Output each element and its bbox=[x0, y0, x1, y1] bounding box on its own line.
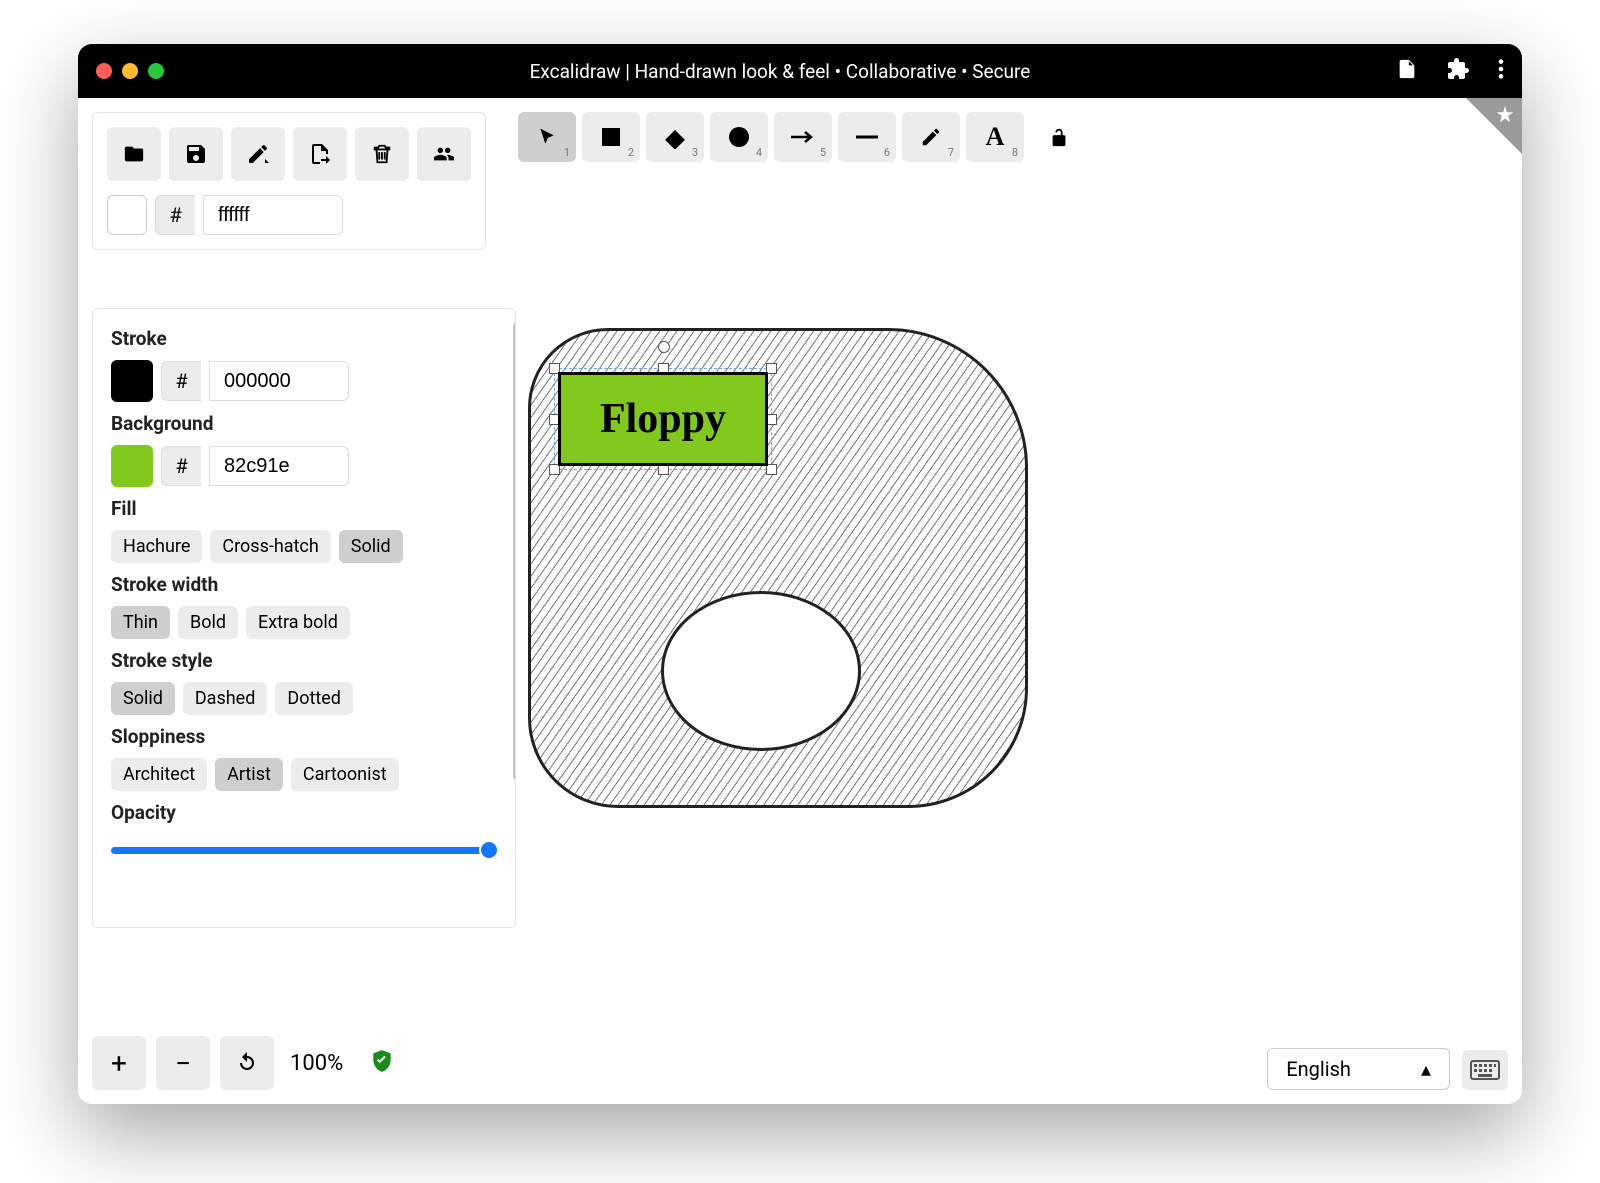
zoom-in-button[interactable]: + bbox=[92, 1036, 146, 1090]
tool-num: 1 bbox=[564, 146, 570, 159]
stroke-label: Stroke bbox=[111, 327, 497, 350]
extension-icon[interactable] bbox=[1446, 57, 1470, 85]
sloppiness-options: Architect Artist Cartoonist bbox=[111, 758, 497, 791]
tool-text[interactable]: A 8 bbox=[966, 112, 1024, 162]
opacity-slider[interactable] bbox=[111, 840, 497, 860]
save-as-button[interactable] bbox=[231, 127, 285, 181]
canvas-bg-swatch[interactable] bbox=[107, 195, 147, 235]
drawn-ellipse-hole[interactable] bbox=[661, 591, 861, 751]
canvas-background-row: # bbox=[107, 195, 471, 235]
shield-icon bbox=[369, 1047, 395, 1079]
sl-architect[interactable]: Architect bbox=[111, 758, 207, 791]
background-hex-input[interactable] bbox=[209, 446, 349, 486]
tool-pencil[interactable]: 7 bbox=[902, 112, 960, 162]
close-window-button[interactable] bbox=[96, 63, 112, 79]
traffic-lights bbox=[96, 63, 164, 79]
keyboard-shortcuts-button[interactable] bbox=[1462, 1050, 1508, 1090]
shape-toolbar: 1 2 3 4 5 6 7 bbox=[518, 112, 1080, 162]
file-panel: # bbox=[92, 112, 486, 250]
titlebar: Excalidraw | Hand-drawn look & feel • Co… bbox=[78, 44, 1522, 98]
tool-diamond[interactable]: 3 bbox=[646, 112, 704, 162]
tool-num: 3 bbox=[692, 146, 698, 159]
more-icon[interactable] bbox=[1498, 58, 1504, 84]
hash-label: # bbox=[161, 361, 201, 401]
hash-label: # bbox=[155, 195, 195, 235]
canvas-text[interactable]: Floppy bbox=[561, 375, 765, 463]
fill-crosshatch[interactable]: Cross-hatch bbox=[210, 530, 330, 563]
tool-ellipse[interactable]: 4 bbox=[710, 112, 768, 162]
tool-num: 6 bbox=[884, 146, 890, 159]
fill-options: Hachure Cross-hatch Solid bbox=[111, 530, 497, 563]
sloppiness-label: Sloppiness bbox=[111, 725, 497, 748]
rotate-handle[interactable] bbox=[658, 341, 670, 353]
sl-artist[interactable]: Artist bbox=[215, 758, 283, 791]
app-window: Excalidraw | Hand-drawn look & feel • Co… bbox=[78, 44, 1522, 1104]
tool-line[interactable]: 6 bbox=[838, 112, 896, 162]
background-label: Background bbox=[111, 412, 497, 435]
clear-canvas-button[interactable] bbox=[355, 127, 409, 181]
tool-rectangle[interactable]: 2 bbox=[582, 112, 640, 162]
fill-hachure[interactable]: Hachure bbox=[111, 530, 202, 563]
save-button[interactable] bbox=[169, 127, 223, 181]
zoom-out-button[interactable]: − bbox=[156, 1036, 210, 1090]
sl-cartoonist[interactable]: Cartoonist bbox=[291, 758, 399, 791]
maximize-window-button[interactable] bbox=[148, 63, 164, 79]
fill-solid[interactable]: Solid bbox=[339, 530, 403, 563]
canvas[interactable]: Floppy bbox=[528, 288, 1098, 848]
tool-num: 5 bbox=[820, 146, 826, 159]
stroke-hex-input[interactable] bbox=[209, 361, 349, 401]
minimize-window-button[interactable] bbox=[122, 63, 138, 79]
stroke-swatch[interactable] bbox=[111, 360, 153, 402]
tool-num: 2 bbox=[628, 146, 634, 159]
zoom-level: 100% bbox=[284, 1051, 349, 1076]
sw-extrabold[interactable]: Extra bold bbox=[246, 606, 350, 639]
chevron-up-icon: ▴ bbox=[1421, 1057, 1431, 1081]
ss-solid[interactable]: Solid bbox=[111, 682, 175, 715]
export-button[interactable] bbox=[293, 127, 347, 181]
tool-num: 7 bbox=[948, 146, 954, 159]
sw-bold[interactable]: Bold bbox=[178, 606, 238, 639]
scrollbar[interactable] bbox=[513, 321, 516, 781]
collaborate-button[interactable] bbox=[417, 127, 471, 181]
zoom-reset-button[interactable] bbox=[220, 1036, 274, 1090]
stroke-width-options: Thin Bold Extra bold bbox=[111, 606, 497, 639]
selected-rectangle[interactable]: Floppy bbox=[558, 372, 768, 466]
tool-arrow[interactable]: 5 bbox=[774, 112, 832, 162]
app-body: # 1 2 3 4 5 bbox=[78, 98, 1522, 1104]
stroke-style-options: Solid Dashed Dotted bbox=[111, 682, 497, 715]
fill-label: Fill bbox=[111, 497, 497, 520]
stroke-width-label: Stroke width bbox=[111, 573, 497, 596]
hash-label: # bbox=[161, 446, 201, 486]
window-title: Excalidraw | Hand-drawn look & feel • Co… bbox=[174, 60, 1386, 83]
open-button[interactable] bbox=[107, 127, 161, 181]
language-select[interactable]: English ▴ bbox=[1267, 1048, 1450, 1090]
tool-num: 8 bbox=[1012, 146, 1018, 159]
tool-num: 4 bbox=[756, 146, 762, 159]
language-value: English bbox=[1286, 1057, 1351, 1081]
tool-selection[interactable]: 1 bbox=[518, 112, 576, 162]
file-icon[interactable] bbox=[1396, 56, 1418, 86]
zoom-bar: + − 100% bbox=[92, 1036, 395, 1090]
canvas-bg-hex-input[interactable] bbox=[203, 195, 343, 235]
ss-dotted[interactable]: Dotted bbox=[275, 682, 353, 715]
stroke-style-label: Stroke style bbox=[111, 649, 497, 672]
properties-panel: Stroke # Background # Fill Hachure Cross… bbox=[92, 308, 516, 928]
background-swatch[interactable] bbox=[111, 445, 153, 487]
ss-dashed[interactable]: Dashed bbox=[183, 682, 268, 715]
sw-thin[interactable]: Thin bbox=[111, 606, 170, 639]
opacity-label: Opacity bbox=[111, 801, 497, 824]
lock-toggle[interactable] bbox=[1038, 125, 1080, 149]
corner-peel[interactable] bbox=[1466, 98, 1522, 154]
